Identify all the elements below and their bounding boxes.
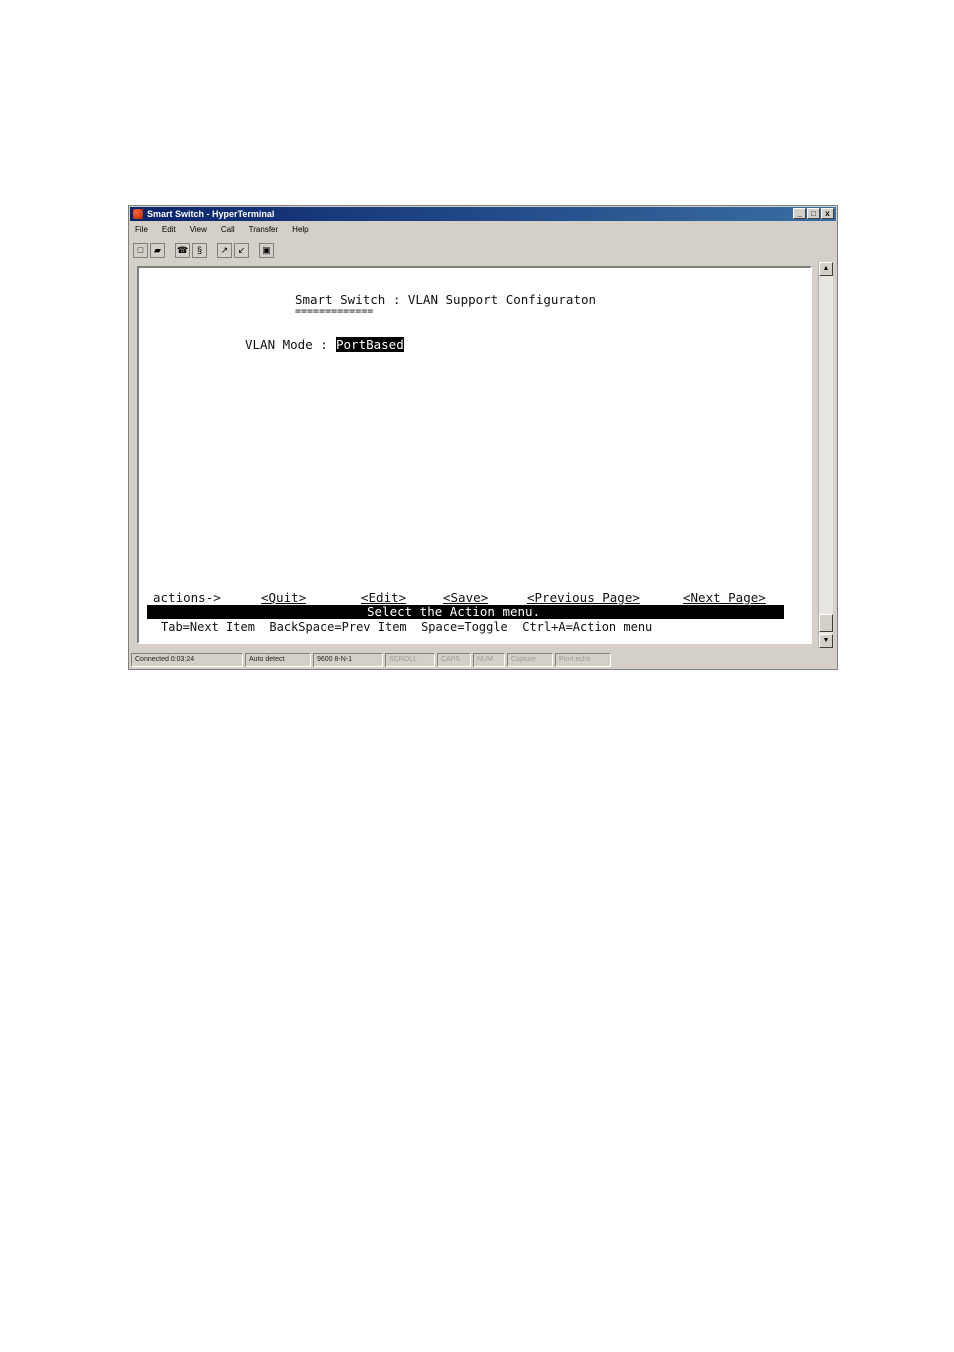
- capture-indicator: Capture: [507, 653, 553, 667]
- terminal-screen[interactable]: Smart Switch : VLAN Support Configuraton…: [137, 266, 812, 644]
- title-bar[interactable]: Smart Switch - HyperTerminal _ □ x: [130, 207, 836, 221]
- connect-icon[interactable]: ☎: [175, 242, 190, 258]
- caps-indicator: CAPS: [437, 653, 471, 667]
- previous-page-action[interactable]: <Previous Page>: [527, 590, 640, 605]
- scroll-indicator: SCROLL: [385, 653, 435, 667]
- menu-file[interactable]: File: [133, 223, 150, 237]
- maximize-button[interactable]: □: [807, 208, 820, 219]
- status-message-bar: Select the Action menu.: [147, 605, 784, 619]
- print-echo-indicator: Print echo: [555, 653, 611, 667]
- receive-icon[interactable]: ↙: [234, 242, 249, 258]
- window-title: Smart Switch - HyperTerminal: [147, 209, 275, 219]
- close-button[interactable]: x: [821, 208, 834, 219]
- menu-call[interactable]: Call: [219, 223, 237, 237]
- next-page-action[interactable]: <Next Page>: [683, 590, 766, 605]
- scroll-down-icon[interactable]: ▼: [819, 634, 833, 648]
- vlan-mode-label: VLAN Mode :: [245, 337, 328, 352]
- menu-bar: File Edit View Call Transfer Help: [133, 223, 311, 237]
- menu-edit[interactable]: Edit: [160, 223, 178, 237]
- minimize-button[interactable]: _: [793, 208, 806, 219]
- vertical-scrollbar[interactable]: ▲ ▼: [818, 262, 833, 648]
- scroll-thumb[interactable]: [819, 614, 833, 632]
- hyperterminal-window: Smart Switch - HyperTerminal _ □ x File …: [128, 205, 838, 670]
- send-icon[interactable]: ↗: [217, 242, 232, 258]
- menu-help[interactable]: Help: [290, 223, 310, 237]
- scroll-up-icon[interactable]: ▲: [819, 262, 833, 276]
- save-action[interactable]: <Save>: [443, 590, 488, 605]
- actions-label: actions->: [153, 590, 221, 605]
- detect-mode: Auto detect: [245, 653, 311, 667]
- properties-icon[interactable]: ▣: [259, 242, 274, 258]
- port-settings: 9600 8-N-1: [313, 653, 383, 667]
- status-bar: Connected 0:03:24 Auto detect 9600 8-N-1…: [131, 653, 835, 667]
- menu-transfer[interactable]: Transfer: [247, 223, 281, 237]
- new-icon[interactable]: □: [133, 242, 148, 258]
- quit-action[interactable]: <Quit>: [261, 590, 306, 605]
- app-icon: [133, 209, 143, 219]
- status-message: Select the Action menu.: [367, 604, 541, 619]
- disconnect-icon[interactable]: §: [192, 242, 207, 258]
- edit-action[interactable]: <Edit>: [361, 590, 406, 605]
- header-underline: =============: [295, 306, 374, 317]
- help-line: Tab=Next Item BackSpace=Prev Item Space=…: [161, 620, 653, 634]
- connection-time: Connected 0:03:24: [131, 653, 243, 667]
- vlan-mode-field[interactable]: PortBased: [336, 337, 404, 352]
- open-icon[interactable]: ▰: [150, 242, 165, 258]
- screen-header: Smart Switch : VLAN Support Configuraton: [295, 292, 597, 307]
- toolbar: □ ▰ ☎ § ↗ ↙ ▣: [133, 240, 274, 260]
- num-indicator: NUM: [473, 653, 505, 667]
- menu-view[interactable]: View: [188, 223, 209, 237]
